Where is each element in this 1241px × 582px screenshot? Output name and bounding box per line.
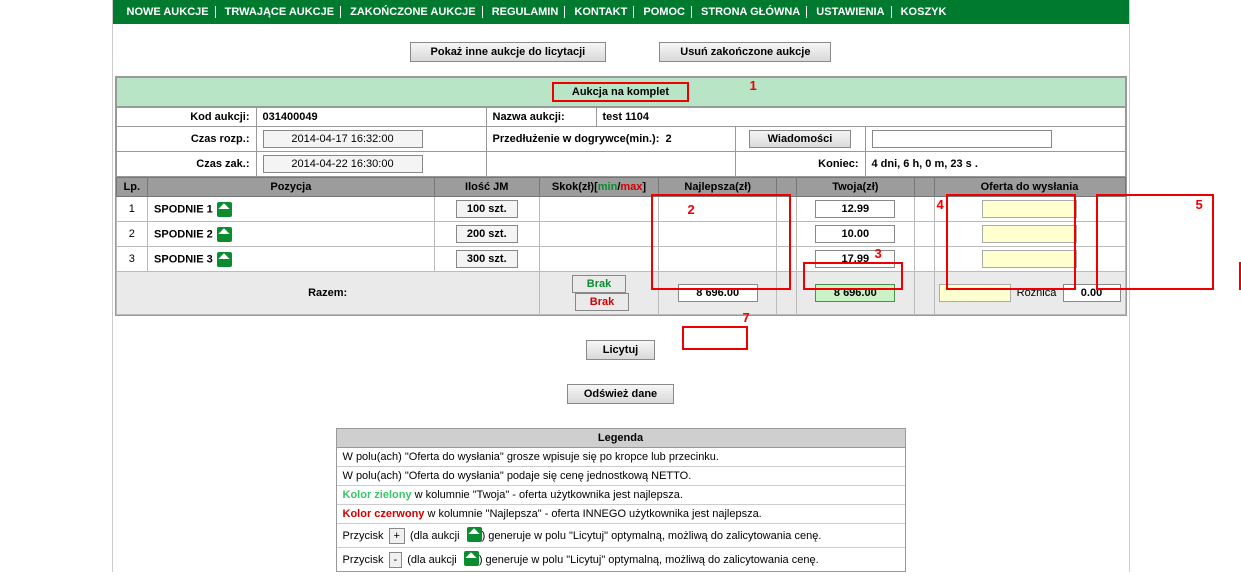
remove-ended-button[interactable]: Usuń zakończone aukcje: [659, 42, 831, 62]
cell-lp: 3: [116, 247, 148, 272]
offer-sum-input[interactable]: [939, 284, 1011, 302]
cell-lp: 1: [116, 197, 148, 222]
auction-panel: Aukcja na komplet Kod aukcji: 031400049 …: [115, 76, 1127, 316]
koniec-value: 4 dni, 6 h, 0 m, 23 s .: [872, 158, 978, 170]
rozp-value: 2014-04-17 16:32:00: [263, 130, 423, 148]
cell-lp: 2: [116, 222, 148, 247]
kod-label: Kod aukcji:: [116, 108, 256, 127]
cell-qty: 100 szt.: [456, 200, 518, 218]
th-gap2: [914, 178, 934, 197]
bid-row: Licytuj: [113, 340, 1129, 360]
th-twoja: Twoja(zł): [796, 178, 914, 197]
table-row: 1 SPODNIE 1 100 szt. 12.99: [116, 197, 1125, 222]
th-najlepsza: Najlepsza(zł): [659, 178, 777, 197]
messages-input[interactable]: [872, 130, 1052, 148]
title-bar: Aukcja na komplet: [116, 77, 1126, 107]
razem-label: Razem:: [116, 272, 539, 315]
cell-twoja: 12.99: [815, 200, 895, 218]
roznica-label: Różnica: [1017, 287, 1057, 299]
info-table: Kod aukcji: 031400049 Nazwa aukcji: test…: [116, 107, 1126, 177]
annot-5: 5: [1196, 197, 1203, 212]
sum-twoja: 8 696.00: [815, 284, 895, 302]
th-lp: Lp.: [116, 178, 148, 197]
offer-input[interactable]: [982, 250, 1077, 268]
przedl-label: Przedłużenie w dogrywce(min.):: [493, 133, 660, 145]
th-gap1: [777, 178, 797, 197]
menu-item[interactable]: STRONA GŁÓWNA: [695, 6, 807, 18]
sum-row: Razem: Brak Brak 8 696.00 8 696.00 Różni…: [116, 272, 1125, 315]
minus-icon: -: [389, 552, 403, 568]
th-ilosc: Ilość JM: [434, 178, 539, 197]
nazwa-value: test 1104: [603, 111, 649, 123]
table-row: 3 SPODNIE 3 300 szt. 17.99: [116, 247, 1125, 272]
auction-title: Aukcja na komplet: [552, 82, 689, 102]
legend-row: W polu(ach) "Oferta do wysłania" grosze …: [337, 448, 905, 467]
koniec-label: Koniec:: [735, 152, 865, 177]
show-other-button[interactable]: Pokaż inne aukcje do licytacji: [410, 42, 607, 62]
th-poz: Pozycja: [148, 178, 435, 197]
legend-row: Przycisk + (dla aukcji ) generuje w polu…: [337, 524, 905, 548]
przedl-value: 2: [665, 133, 671, 145]
arrow-down-icon: [467, 527, 482, 542]
main-menu: NOWE AUKCJE TRWAJĄCE AUKCJE ZAKOŃCZONE A…: [113, 0, 1129, 24]
arrow-down-icon: [464, 551, 479, 566]
offer-input[interactable]: [982, 200, 1077, 218]
menu-item[interactable]: POMOC: [637, 6, 692, 18]
legend-row: W polu(ach) "Oferta do wysłania" podaje …: [337, 467, 905, 486]
arrow-down-icon[interactable]: [217, 252, 232, 267]
menu-item[interactable]: KONTAKT: [568, 6, 634, 18]
cell-qty: 300 szt.: [456, 250, 518, 268]
legend-row: Przycisk - (dla aukcji ) generuje w polu…: [337, 548, 905, 571]
menu-item[interactable]: ZAKOŃCZONE AUKCJE: [344, 6, 483, 18]
th-oferta: Oferta do wysłania: [934, 178, 1125, 197]
brak-max: Brak: [575, 293, 629, 311]
cell-twoja: 17.99: [815, 250, 895, 268]
sum-najlepsza: 8 696.00: [678, 284, 758, 302]
legend-title: Legenda: [337, 429, 905, 448]
table-row: 2 SPODNIE 2 200 szt. 10.00: [116, 222, 1125, 247]
cell-poz: SPODNIE 1: [148, 197, 435, 222]
th-skok: Skok(zł)[min/max]: [539, 178, 658, 197]
cell-twoja: 10.00: [815, 225, 895, 243]
cell-qty: 200 szt.: [456, 225, 518, 243]
menu-item[interactable]: KOSZYK: [895, 6, 953, 18]
rozp-label: Czas rozp.:: [116, 127, 256, 152]
legend: Legenda W polu(ach) "Oferta do wysłania"…: [336, 428, 906, 572]
page: NOWE AUKCJE TRWAJĄCE AUKCJE ZAKOŃCZONE A…: [112, 0, 1130, 572]
zak-label: Czas zak.:: [116, 152, 256, 177]
messages-button[interactable]: Wiadomości: [749, 130, 852, 148]
kod-value: 031400049: [263, 111, 318, 123]
top-buttons: Pokaż inne aukcje do licytacji Usuń zako…: [113, 24, 1129, 76]
arrow-down-icon[interactable]: [217, 227, 232, 242]
refresh-row: Odśwież dane: [113, 384, 1129, 404]
brak-cell: Brak Brak: [539, 272, 658, 315]
legend-row: Kolor zielony w kolumnie "Twoja" - ofert…: [337, 486, 905, 505]
nazwa-label: Nazwa aukcji:: [486, 108, 596, 127]
menu-item[interactable]: USTAWIENIA: [810, 6, 891, 18]
roznica-value: 0.00: [1063, 284, 1121, 302]
offer-input[interactable]: [982, 225, 1077, 243]
cell-poz: SPODNIE 2: [148, 222, 435, 247]
bid-button[interactable]: Licytuj: [586, 340, 655, 360]
legend-row: Kolor czerwony w kolumnie "Najlepsza" - …: [337, 505, 905, 524]
zak-value: 2014-04-22 16:30:00: [263, 155, 423, 173]
brak-min: Brak: [572, 275, 626, 293]
menu-item[interactable]: NOWE AUKCJE: [117, 6, 216, 18]
plus-icon: +: [389, 528, 405, 544]
menu-item[interactable]: REGULAMIN: [486, 6, 566, 18]
arrow-down-icon[interactable]: [217, 202, 232, 217]
cell-poz: SPODNIE 3: [148, 247, 435, 272]
refresh-button[interactable]: Odśwież dane: [567, 384, 674, 404]
items-table: Lp. Pozycja Ilość JM Skok(zł)[min/max] N…: [116, 177, 1126, 315]
menu-item[interactable]: TRWAJĄCE AUKCJE: [219, 6, 341, 18]
